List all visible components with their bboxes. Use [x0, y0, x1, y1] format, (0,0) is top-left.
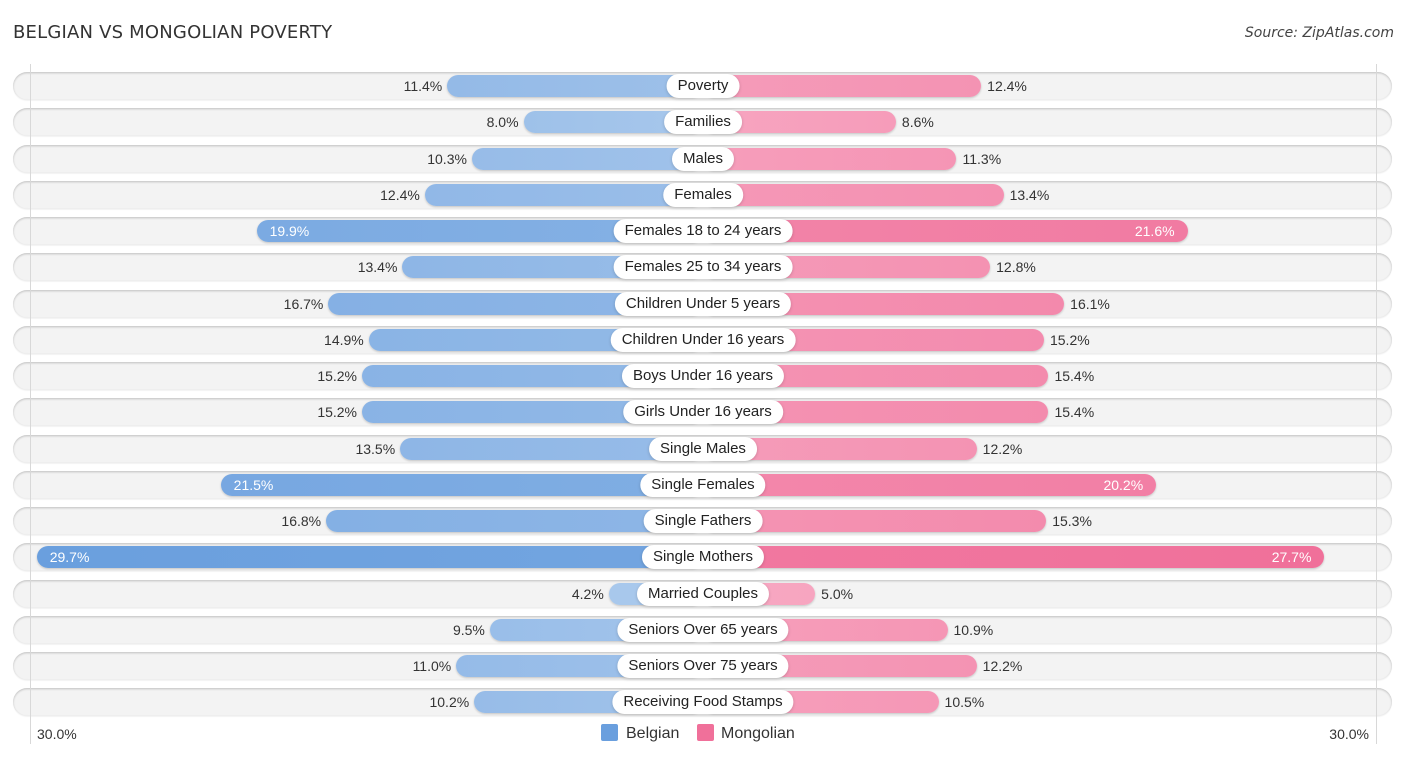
value-label-mongolian-seniors-over-65-years: 10.9%	[953, 621, 994, 638]
bar-belgian-males[interactable]	[471, 147, 703, 170]
value-label-belgian-families: 8.0%	[486, 114, 519, 131]
chart-plot-area: 11.4% 12.4% Poverty 8.0% 8.6% Families 10.3% 11…	[0, 0, 1406, 758]
axis-gridline-left	[30, 64, 31, 744]
legend-item-mongolian[interactable]: Mongolian	[697, 722, 795, 746]
value-label-mongolian-poverty: 12.4%	[987, 78, 1027, 94]
legend-swatch-mongolian	[697, 724, 714, 741]
value-label-mongolian-single-females: 20.2%	[1103, 476, 1144, 493]
value-label-belgian-children-under-5-years: 16.7%	[283, 295, 324, 312]
bar-mongolian-females[interactable]	[703, 183, 1004, 206]
axis-gridline-right	[1376, 64, 1377, 744]
value-label-belgian-seniors-over-75-years: 11.0%	[412, 658, 452, 674]
value-label-belgian-seniors-over-65-years: 9.5%	[452, 621, 485, 638]
category-label-single-females: Single Females	[640, 472, 766, 497]
value-label-belgian-boys-under-16-years: 15.2%	[317, 368, 358, 384]
legend: Belgian Mongolian	[0, 722, 1406, 746]
value-label-belgian-single-males: 13.5%	[355, 440, 396, 457]
value-label-belgian-poverty: 11.4%	[403, 78, 443, 94]
value-label-mongolian-females: 13.4%	[1009, 186, 1050, 203]
bar-belgian-females[interactable]	[424, 183, 703, 206]
category-label-receiving-food-stamps: Receiving Food Stamps	[612, 690, 794, 715]
value-label-mongolian-single-males: 12.2%	[982, 440, 1023, 457]
category-label-females-18-to-24-years: Females 18 to 24 years	[613, 219, 793, 243]
value-label-belgian-single-mothers: 29.7%	[49, 549, 90, 566]
value-label-belgian-females-18-to-24-years: 19.9%	[269, 223, 310, 239]
value-label-mongolian-receiving-food-stamps: 10.5%	[944, 694, 985, 711]
bar-mongolian-single-females[interactable]	[703, 473, 1157, 496]
category-label-families: Families	[664, 110, 742, 135]
value-label-mongolian-boys-under-16-years: 15.4%	[1054, 368, 1095, 384]
value-label-belgian-girls-under-16-years: 15.2%	[317, 404, 358, 421]
value-label-belgian-females: 12.4%	[380, 186, 420, 203]
bar-mongolian-single-mothers[interactable]	[703, 546, 1325, 569]
category-label-married-couples: Married Couples	[636, 581, 770, 606]
value-label-belgian-children-under-16-years: 14.9%	[324, 331, 364, 348]
category-label-boys-under-16-years: Boys Under 16 years	[621, 364, 785, 388]
category-label-children-under-5-years: Children Under 5 years	[614, 291, 792, 316]
category-label-children-under-16-years: Children Under 16 years	[610, 327, 796, 352]
category-label-seniors-over-75-years: Seniors Over 75 years	[617, 654, 789, 678]
legend-label-mongolian: Mongolian	[721, 725, 795, 742]
bar-belgian-poverty[interactable]	[447, 75, 703, 97]
value-label-mongolian-single-fathers: 15.3%	[1052, 513, 1092, 529]
value-label-mongolian-families: 8.6%	[901, 114, 934, 131]
value-label-belgian-single-fathers: 16.8%	[281, 513, 322, 529]
value-label-belgian-females-25-to-34-years: 13.4%	[357, 259, 398, 276]
category-label-females-25-to-34-years: Females 25 to 34 years	[613, 255, 793, 280]
bar-belgian-single-females[interactable]	[220, 473, 703, 496]
value-label-mongolian-single-mothers: 27.7%	[1271, 549, 1312, 566]
value-label-belgian-single-females: 21.5%	[233, 476, 274, 493]
bar-mongolian-males[interactable]	[703, 147, 957, 170]
value-label-mongolian-seniors-over-75-years: 12.2%	[982, 658, 1023, 674]
bar-belgian-single-mothers[interactable]	[36, 546, 703, 569]
category-label-girls-under-16-years: Girls Under 16 years	[623, 400, 783, 425]
value-label-belgian-males: 10.3%	[427, 150, 467, 167]
legend-item-belgian[interactable]: Belgian	[601, 722, 679, 746]
value-label-mongolian-girls-under-16-years: 15.4%	[1054, 404, 1095, 421]
category-label-single-males: Single Males	[649, 436, 757, 461]
category-label-females: Females	[663, 182, 743, 207]
category-label-poverty: Poverty	[666, 74, 740, 98]
category-label-single-fathers: Single Fathers	[643, 509, 763, 533]
bar-mongolian-poverty[interactable]	[703, 75, 982, 97]
value-label-mongolian-females-25-to-34-years: 12.8%	[996, 259, 1036, 276]
value-label-mongolian-females-18-to-24-years: 21.6%	[1134, 223, 1175, 239]
value-label-mongolian-children-under-5-years: 16.1%	[1070, 295, 1110, 312]
value-label-mongolian-males: 11.3%	[962, 150, 1002, 167]
legend-label-belgian: Belgian	[626, 725, 680, 742]
value-label-belgian-receiving-food-stamps: 10.2%	[429, 694, 470, 711]
category-label-seniors-over-65-years: Seniors Over 65 years	[617, 617, 789, 642]
value-label-mongolian-children-under-16-years: 15.2%	[1049, 331, 1090, 348]
value-label-mongolian-married-couples: 5.0%	[821, 585, 854, 602]
legend-swatch-belgian	[601, 724, 618, 741]
value-label-belgian-married-couples: 4.2%	[571, 585, 604, 602]
category-label-males: Males	[671, 146, 735, 171]
category-label-single-mothers: Single Mothers	[641, 545, 765, 570]
